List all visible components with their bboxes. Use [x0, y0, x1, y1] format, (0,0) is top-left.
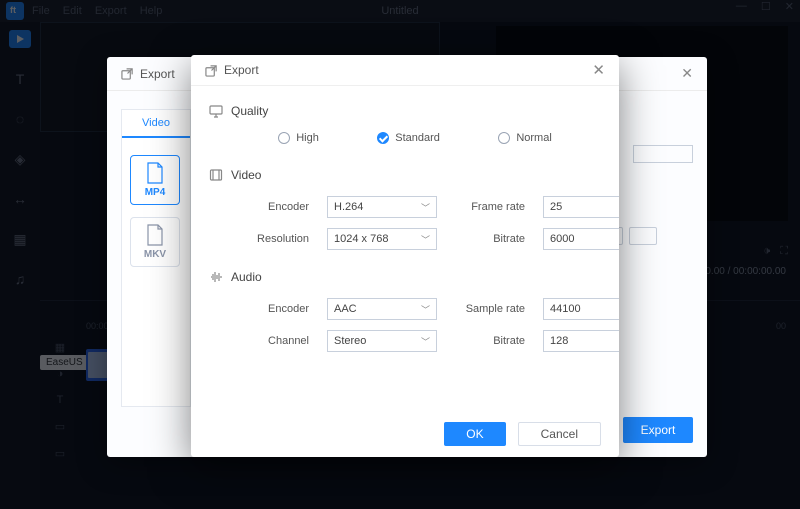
audio-encoder-select[interactable]: AAC﹀ [327, 298, 437, 320]
chevron-down-icon: ﹀ [421, 303, 430, 316]
close-icon[interactable]: ✕ [592, 61, 605, 79]
export-quality-dialog: Export ✕ Quality High Standard Normal Vi… [191, 55, 619, 457]
dialog-title: Export [224, 63, 259, 77]
preview-placeholder [633, 145, 693, 163]
dialog-footer: OK Cancel [191, 411, 619, 457]
section-video: Video Encoder H.264﹀ Frame rate 25﹀ Reso… [209, 168, 601, 250]
section-title: Quality [231, 104, 268, 118]
format-mkv[interactable]: MKV [130, 217, 180, 267]
close-icon[interactable]: ✕ [681, 65, 693, 82]
audio-bitrate-select[interactable]: 128﹀ [543, 330, 619, 352]
label-framerate: Frame rate [455, 201, 525, 213]
audio-wave-icon [209, 270, 223, 284]
quality-high-radio[interactable]: High [278, 132, 319, 144]
dialog-title: Export [140, 67, 175, 81]
ok-button[interactable]: OK [444, 422, 505, 446]
label-encoder: Encoder [239, 303, 309, 315]
video-resolution-select[interactable]: 1024 x 768﹀ [327, 228, 437, 250]
video-encoder-select[interactable]: H.264﹀ [327, 196, 437, 218]
label-bitrate: Bitrate [455, 335, 525, 347]
section-quality: Quality High Standard Normal [209, 104, 601, 148]
film-icon [209, 168, 223, 182]
label-bitrate: Bitrate [455, 233, 525, 245]
chevron-down-icon: ﹀ [421, 335, 430, 348]
tab-video[interactable]: Video [122, 110, 190, 138]
format-mp4[interactable]: MP4 [130, 155, 180, 205]
video-bitrate-select[interactable]: 6000﹀ [543, 228, 619, 250]
export-icon [205, 64, 218, 77]
quality-normal-radio[interactable]: Normal [498, 132, 551, 144]
video-framerate-select[interactable]: 25﹀ [543, 196, 619, 218]
quality-standard-radio[interactable]: Standard [377, 132, 440, 144]
audio-channel-select[interactable]: Stereo﹀ [327, 330, 437, 352]
mini-option[interactable] [629, 227, 657, 245]
label-resolution: Resolution [239, 233, 309, 245]
label-encoder: Encoder [239, 201, 309, 213]
audio-samplerate-select[interactable]: 44100﹀ [543, 298, 619, 320]
cancel-button[interactable]: Cancel [518, 422, 601, 446]
dialog-header: Export ✕ [191, 55, 619, 85]
label-channel: Channel [239, 335, 309, 347]
label-samplerate: Sample rate [455, 303, 525, 315]
section-audio: Audio Encoder AAC﹀ Sample rate 44100﹀ Ch… [209, 270, 601, 352]
section-title: Video [231, 168, 261, 182]
export-button[interactable]: Export [623, 417, 693, 443]
export-icon [121, 67, 134, 80]
section-title: Audio [231, 270, 262, 284]
monitor-icon [209, 104, 223, 118]
chevron-down-icon: ﹀ [421, 201, 430, 214]
chevron-down-icon: ﹀ [421, 233, 430, 246]
